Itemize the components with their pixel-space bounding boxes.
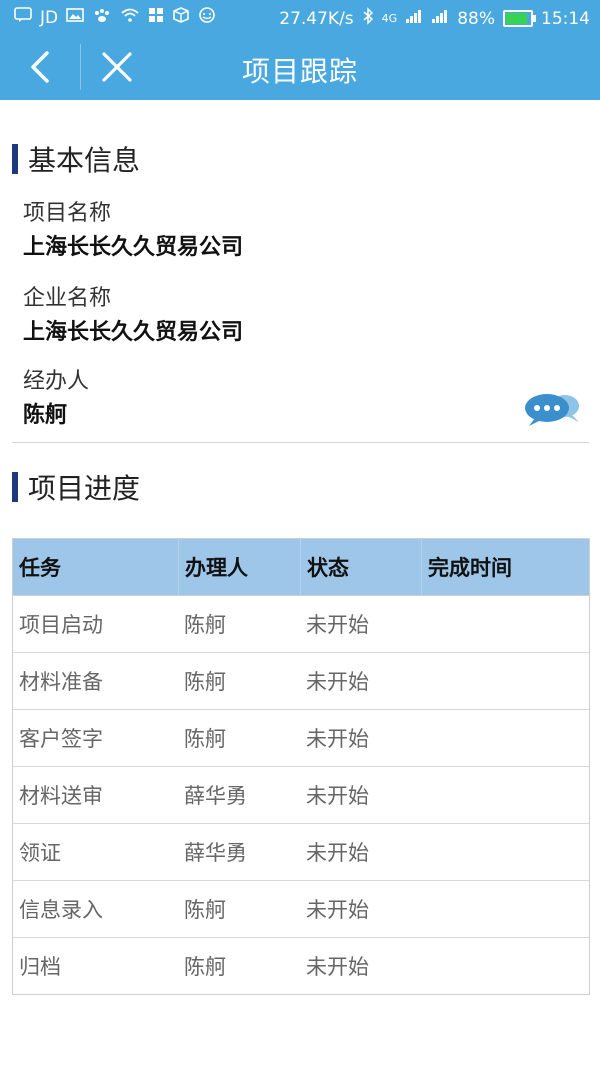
status-cell: 未开始 xyxy=(306,841,369,865)
handler-cell: 陈舸 xyxy=(184,898,226,922)
handler-cell: 陈舸 xyxy=(184,955,226,979)
handler-cell: 陈舸 xyxy=(184,727,226,751)
done-time-cell xyxy=(421,767,587,823)
page-title: 项目跟踪 xyxy=(241,55,358,88)
project-name-value: 上海长长久久贸易公司 xyxy=(23,235,244,260)
table-row[interactable]: 归档 陈舸 未开始 xyxy=(13,937,589,994)
table-row[interactable]: 项目启动 陈舸 未开始 xyxy=(13,596,589,652)
handler-cell: 薛华勇 xyxy=(184,784,247,808)
status-cell: 未开始 xyxy=(306,613,369,637)
task-cell: 领证 xyxy=(19,841,61,865)
status-cell: 未开始 xyxy=(306,784,369,808)
section-divider xyxy=(12,442,589,443)
basic-info-header: 基本信息 xyxy=(12,139,140,179)
chat-bubble-icon xyxy=(525,394,579,426)
table-body: 项目启动 陈舸 未开始 材料准备 陈舸 未开始 客户签字 陈舸 未开始 材料送审… xyxy=(13,596,589,994)
table-row[interactable]: 客户签字 陈舸 未开始 xyxy=(13,709,589,766)
clock: 15:14 xyxy=(541,8,590,29)
done-time-cell xyxy=(421,938,587,994)
chat-button[interactable] xyxy=(523,390,581,428)
status-cell: 未开始 xyxy=(306,955,369,979)
progress-header: 项目进度 xyxy=(12,467,140,507)
done-time-cell xyxy=(421,596,587,652)
company-name-value: 上海长长久久贸易公司 xyxy=(23,320,244,345)
column-header-status: 状态 xyxy=(300,539,421,595)
progress-table: 任务 办理人 状态 完成时间 项目启动 陈舸 未开始 材料准备 陈舸 未开始 客… xyxy=(12,538,590,995)
column-header-task: 任务 xyxy=(19,556,61,580)
battery-fill xyxy=(506,13,527,24)
signal-icon xyxy=(405,8,423,29)
status-cell: 未开始 xyxy=(306,727,369,751)
done-time-cell xyxy=(421,653,587,709)
battery-icon xyxy=(503,10,536,27)
task-cell: 材料准备 xyxy=(19,670,103,694)
message-icon xyxy=(14,7,32,28)
navigation-bar: 项目跟踪 xyxy=(0,34,600,100)
handler-label: 经办人 xyxy=(23,369,90,394)
handler-cell: 陈舸 xyxy=(184,670,226,694)
handler-cell: 薛华勇 xyxy=(184,841,247,865)
signal-icon-2 xyxy=(431,8,449,29)
task-cell: 客户签字 xyxy=(19,727,103,751)
table-row[interactable]: 领证 薛华勇 未开始 xyxy=(13,823,589,880)
status-bar: JD 27.47K/s 4G 88% 15:14 xyxy=(0,0,600,34)
battery-percent: 88% xyxy=(457,8,495,29)
handler-value: 陈舸 xyxy=(23,403,68,428)
task-cell: 归档 xyxy=(19,955,61,979)
table-row[interactable]: 信息录入 陈舸 未开始 xyxy=(13,880,589,937)
section-accent-bar xyxy=(12,144,18,174)
task-cell: 材料送审 xyxy=(19,784,103,808)
project-name-label: 项目名称 xyxy=(23,201,112,226)
handler-cell: 陈舸 xyxy=(184,613,226,637)
table-row[interactable]: 材料送审 薛华勇 未开始 xyxy=(13,766,589,823)
done-time-cell xyxy=(421,881,587,937)
bluetooth-icon xyxy=(362,7,374,30)
network-type: 4G xyxy=(381,12,398,25)
paw-icon xyxy=(92,7,112,28)
section-accent-bar xyxy=(12,472,18,502)
progress-title: 项目进度 xyxy=(28,472,141,505)
done-time-cell xyxy=(421,824,587,880)
company-name-label: 企业名称 xyxy=(23,286,112,311)
status-bar-left: JD xyxy=(14,7,216,28)
app-header: JD 27.47K/s 4G 88% 15:14 项目跟踪 xyxy=(0,0,600,100)
done-time-cell xyxy=(421,710,587,766)
column-header-handler: 办理人 xyxy=(178,539,300,595)
image-icon xyxy=(66,7,84,28)
basic-info-title: 基本信息 xyxy=(28,144,141,177)
status-cell: 未开始 xyxy=(306,670,369,694)
status-bar-right: 27.47K/s 4G 88% 15:14 xyxy=(279,7,590,30)
table-row[interactable]: 材料准备 陈舸 未开始 xyxy=(13,652,589,709)
box-icon xyxy=(172,7,190,28)
table-header: 任务 办理人 状态 完成时间 xyxy=(13,539,589,596)
wifi-icon xyxy=(120,7,140,28)
task-cell: 项目启动 xyxy=(19,613,103,637)
net-speed: 27.47K/s xyxy=(279,8,354,29)
column-header-done-time: 完成时间 xyxy=(421,539,587,595)
jd-app-label: JD xyxy=(40,7,59,28)
status-cell: 未开始 xyxy=(306,898,369,922)
face-icon xyxy=(198,7,216,28)
task-cell: 信息录入 xyxy=(19,898,103,922)
grid-icon xyxy=(148,7,164,28)
